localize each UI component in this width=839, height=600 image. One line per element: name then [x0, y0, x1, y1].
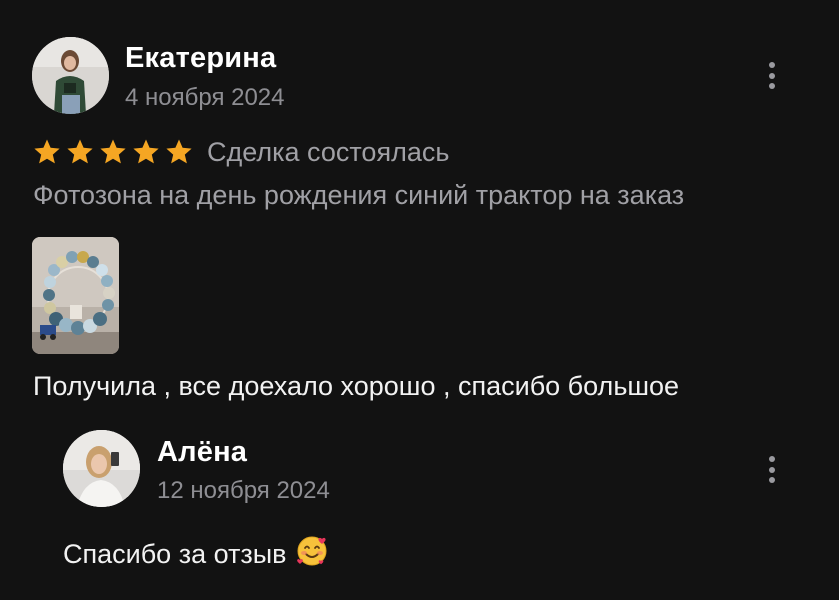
star-icon — [34, 139, 60, 164]
reviewer-name[interactable]: Екатерина — [125, 42, 276, 75]
dot-icon — [769, 72, 775, 79]
seller-avatar-image — [63, 430, 140, 507]
dot-icon — [769, 466, 775, 473]
dot-icon — [769, 477, 775, 483]
reply-text: Спасибо за отзыв — [63, 539, 287, 569]
reply-text-row: Спасибо за отзыв — [63, 534, 329, 575]
smiling-face-with-hearts-icon — [295, 534, 329, 575]
deal-status: Сделка состоялась — [207, 137, 450, 167]
reply-date: 12 ноября 2024 — [157, 477, 330, 504]
review-more-menu-button[interactable] — [767, 62, 777, 89]
dot-icon — [769, 83, 775, 89]
seller-name[interactable]: Алёна — [157, 436, 247, 469]
dot-icon — [769, 62, 775, 68]
star-icon — [100, 139, 126, 164]
item-title[interactable]: Фотозона на день рождения синий трактор … — [33, 180, 684, 211]
reviewer-avatar[interactable] — [32, 37, 109, 114]
seller-avatar[interactable] — [63, 430, 140, 507]
review-photo-thumbnail[interactable] — [32, 237, 119, 354]
reply-more-menu-button[interactable] — [767, 456, 777, 483]
review-text: Получила , все доехало хорошо , спасибо … — [33, 371, 680, 401]
star-icon — [133, 139, 159, 164]
review-date: 4 ноября 2024 — [125, 84, 285, 111]
star-icon — [67, 139, 93, 164]
balloon-arch-photo — [32, 237, 119, 354]
dot-icon — [769, 456, 775, 462]
star-icon — [166, 139, 192, 164]
rating-stars — [33, 138, 193, 166]
reviewer-avatar-image — [32, 37, 109, 114]
